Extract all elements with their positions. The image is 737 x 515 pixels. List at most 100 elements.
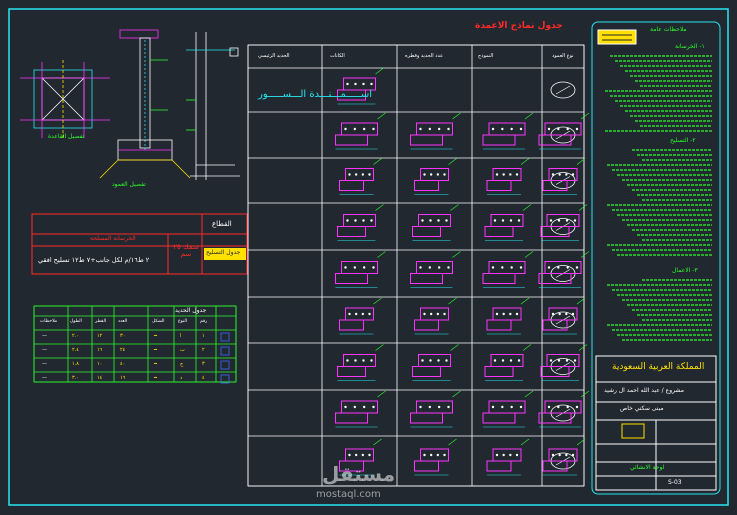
rebar-dot bbox=[557, 405, 560, 409]
rebar-dot bbox=[348, 453, 351, 457]
wall-section-detail bbox=[186, 32, 240, 180]
schedule-cell: ١٢ bbox=[97, 333, 103, 339]
rebar-dot bbox=[515, 173, 519, 176]
rebar-dot bbox=[348, 312, 351, 316]
rebar-dot bbox=[566, 266, 569, 269]
rebar-dot bbox=[571, 173, 575, 176]
column-section-lower bbox=[414, 180, 439, 191]
leader-line bbox=[580, 390, 590, 398]
rebar-dot bbox=[370, 219, 373, 222]
rebar-dot bbox=[443, 173, 446, 176]
rebar-dot bbox=[557, 219, 561, 222]
title-block-sheet: S-03 bbox=[668, 479, 682, 486]
rebar-dot bbox=[443, 453, 446, 457]
leader-line bbox=[578, 344, 588, 351]
schedule-header-1: الطول bbox=[70, 319, 82, 324]
watermark-url: mostaql.com bbox=[316, 489, 381, 500]
schedule-cell: ٤٠ bbox=[120, 361, 126, 367]
rebar-dot bbox=[565, 359, 569, 362]
column-section bbox=[341, 400, 378, 414]
rebar-dot bbox=[566, 405, 569, 409]
concrete-table-row: ٢ ط١٦/م لكل جانب+٧ ط١٢ تسليح افقي bbox=[38, 256, 150, 264]
column-section-lower bbox=[412, 226, 441, 237]
column-section-lower bbox=[538, 273, 572, 284]
column-section-lower bbox=[482, 273, 516, 284]
rebar-dot bbox=[571, 453, 575, 457]
schedule-cell: — bbox=[42, 347, 47, 353]
rebar-dot bbox=[515, 312, 519, 316]
rebar-dot bbox=[421, 359, 424, 362]
rebar-dot bbox=[558, 453, 561, 457]
column-section-lower bbox=[486, 460, 512, 472]
rebar-dot bbox=[558, 173, 561, 176]
rebar-dot bbox=[495, 173, 499, 176]
notes-section-2: ٢- التسليح bbox=[670, 137, 696, 144]
rebar-dot bbox=[354, 312, 358, 316]
column-section-lower bbox=[410, 273, 443, 284]
schedule-cell: ١.٨ bbox=[72, 361, 79, 367]
leader-line bbox=[375, 67, 384, 75]
column-section-lower bbox=[337, 226, 366, 237]
rebar-dot bbox=[429, 219, 432, 222]
leader-line bbox=[452, 390, 461, 398]
column-section-lower bbox=[410, 134, 443, 146]
column-section-lower bbox=[540, 366, 570, 377]
rebar-dot bbox=[510, 127, 513, 131]
column-detail-label: تفصيل العمود bbox=[112, 181, 146, 188]
title-block-owner: مشروع / عبد الله احمد ال رشيد bbox=[604, 387, 684, 394]
leader-line bbox=[522, 204, 532, 211]
column-header-0: نوع العمود bbox=[552, 53, 574, 59]
leader-line bbox=[448, 438, 457, 446]
rebar-dot bbox=[362, 82, 365, 86]
rebar-dot bbox=[501, 266, 504, 269]
schedule-row-marker bbox=[220, 346, 230, 356]
leader-line bbox=[520, 438, 530, 446]
rebar-dot bbox=[362, 127, 366, 131]
rebar-dot bbox=[419, 127, 422, 131]
schedule-cell: ١٠ bbox=[97, 361, 103, 367]
column-section bbox=[488, 122, 526, 136]
rebar-dot bbox=[419, 405, 422, 409]
rebar-dot bbox=[565, 453, 568, 457]
rebar-dot bbox=[436, 173, 440, 176]
column-header-3: الكانات bbox=[330, 53, 345, 59]
rebar-dot bbox=[515, 453, 519, 457]
column-section-lower bbox=[484, 366, 514, 377]
schedule-cell: ━ bbox=[154, 375, 158, 381]
leader-line bbox=[522, 344, 532, 351]
leader-line bbox=[524, 112, 534, 120]
rebar-dot bbox=[361, 453, 365, 457]
column-section-lower bbox=[538, 134, 572, 146]
rebar-dot bbox=[547, 266, 551, 269]
concrete-thickness: سمك ٢٥ سم bbox=[173, 243, 199, 258]
rebar-dot bbox=[519, 405, 523, 409]
rebar-dot bbox=[362, 266, 366, 269]
rebar-dot bbox=[573, 359, 577, 362]
rebar-dot bbox=[575, 266, 579, 269]
table-title: جدول نماذج الاعمدة bbox=[475, 21, 563, 31]
rebar-dot bbox=[565, 312, 568, 316]
schedule-cell: — bbox=[42, 361, 47, 367]
rebar-dot bbox=[501, 127, 504, 131]
leader-line bbox=[524, 251, 534, 258]
rebar-dot bbox=[370, 82, 373, 86]
concrete-legend: جدول التسليح bbox=[206, 249, 241, 256]
rebar-dot bbox=[517, 219, 521, 222]
schedule-row-marker bbox=[220, 332, 230, 342]
rebar-dot bbox=[575, 405, 579, 409]
rebar-dot bbox=[571, 312, 575, 316]
leader-line bbox=[580, 112, 590, 120]
rebar-dot bbox=[558, 312, 561, 316]
rebar-dot bbox=[437, 405, 441, 409]
rebar-dot bbox=[495, 453, 499, 457]
rebar-dot bbox=[547, 405, 551, 409]
rebar-dot bbox=[344, 405, 347, 409]
rebar-dot bbox=[354, 82, 357, 86]
schedule-cell: ٤ bbox=[202, 375, 205, 381]
rebar-dot bbox=[354, 359, 357, 362]
rebar-dot bbox=[423, 453, 426, 457]
column-section-lower bbox=[484, 226, 514, 237]
rebar-dot bbox=[509, 453, 512, 457]
rebar-dot bbox=[368, 173, 371, 176]
column-section-lower bbox=[339, 319, 364, 331]
